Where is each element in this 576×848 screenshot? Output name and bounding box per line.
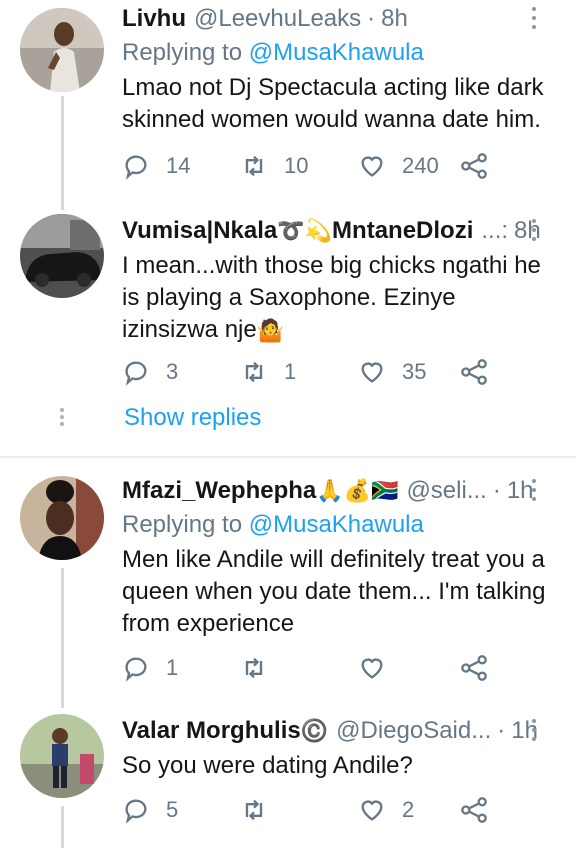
user-handle[interactable]: @LeevhuLeaks [194,2,361,36]
name-emoji: ©️ [300,718,329,743]
user-handle[interactable]: @seli... [406,474,486,508]
reply-icon [125,657,147,682]
avatar[interactable] [20,714,104,798]
retweet-button[interactable] [240,648,358,688]
reply-icon [125,799,147,824]
reply-count: 1 [166,655,179,680]
display-name-tail[interactable]: MntaneDlozi [332,214,473,248]
display-name[interactable]: Mfazi_Wephepha [122,474,316,508]
like-button[interactable] [358,648,476,688]
reply-button[interactable]: 5 [122,790,240,830]
like-count: 240 [402,153,439,178]
thread-dots [60,408,66,429]
replying-label: Replying to [122,511,249,538]
more-icon[interactable] [524,714,544,744]
more-icon[interactable] [524,214,544,244]
share-icon[interactable] [460,654,488,682]
user-handle[interactable]: @DiegoSaid... [336,714,491,748]
display-name[interactable]: Valar Morghulis [122,714,301,748]
tweet[interactable]: Valar Morghulis ©️ @DiegoSaid... · 1h So… [0,708,576,848]
replying-to: Replying to @MusaKhawula [122,508,556,542]
mention-link[interactable]: @MusaKhawula [249,39,424,66]
retweet-icon [245,657,263,679]
tweet-text: I mean...with those big chicks ngathi he… [122,250,556,347]
divider [0,456,576,458]
retweet-icon [245,155,263,177]
avatar[interactable] [20,8,104,92]
reply-icon [125,361,147,386]
reply-button[interactable]: 3 [122,352,240,392]
tweet-header: Livhu @LeevhuLeaks · 8h [122,2,556,36]
share-icon[interactable] [460,358,488,386]
like-icon [361,800,383,821]
like-icon [361,156,383,177]
tweet-actions: 5 2 [122,790,502,830]
retweet-icon [245,799,263,821]
replying-label: Replying to [122,39,249,66]
mention-link[interactable]: @MusaKhawula [249,511,424,538]
tweet-text-body: I mean...with those big chicks ngathi he… [122,252,541,343]
timestamp[interactable]: 8h [381,2,408,36]
tweet-actions: 1 [122,648,502,688]
thread-line [61,96,64,204]
replying-to: Replying to @MusaKhawula [122,36,556,70]
show-replies-link[interactable]: Show replies [124,404,261,432]
reply-icon [125,155,147,180]
reply-button[interactable]: 14 [122,146,240,186]
name-emoji: 🙏💰🇿🇦 [316,478,399,503]
thread-line [61,568,64,708]
like-button[interactable]: 35 [358,352,476,392]
display-name[interactable]: Livhu [122,2,186,36]
tweet-text: Men like Andile will definitely treat yo… [122,546,546,637]
tweet-text: So you were dating Andile? [122,752,413,779]
tweet-text: Lmao not Dj Spectacula acting like dark … [122,74,544,133]
tweet[interactable]: Livhu @LeevhuLeaks · 8h Replying to @Mus… [0,0,576,204]
tweet[interactable]: Vumisa|Nkala ➰💫 MntaneDlozi ...: 8h I me… [0,200,576,398]
text-emoji: 🤷 [256,317,285,343]
like-button[interactable]: 2 [358,790,476,830]
like-count: 35 [402,359,427,384]
tweet-header: Valar Morghulis ©️ @DiegoSaid... · 1h [122,714,556,748]
separator: · [497,717,506,744]
tweet-header: Mfazi_Wephepha 🙏💰🇿🇦 @seli... · 1h [122,474,556,508]
tweet-actions: 14 10 240 [122,146,502,186]
share-icon[interactable] [460,796,488,824]
thread-line [61,200,64,210]
name-emoji: ➰💫 [277,218,333,243]
thread-line [61,806,64,848]
separator: · [492,477,501,504]
retweet-button[interactable]: 10 [240,146,358,186]
like-icon [361,362,383,383]
avatar[interactable] [20,214,104,298]
retweet-button[interactable]: 1 [240,352,358,392]
like-button[interactable]: 240 [358,146,476,186]
tweet-actions: 3 1 35 [122,352,502,392]
user-handle[interactable]: ...: [481,214,508,248]
like-icon [361,658,383,679]
retweet-icon [245,361,263,383]
avatar[interactable] [20,476,104,560]
display-name[interactable]: Vumisa|Nkala [122,214,277,248]
separator: · [367,5,376,32]
reply-count: 14 [166,153,191,178]
retweet-count: 10 [284,153,309,178]
like-count: 2 [402,797,415,822]
retweet-button[interactable] [240,790,358,830]
more-icon[interactable] [524,2,544,32]
tweet[interactable]: Mfazi_Wephepha 🙏💰🇿🇦 @seli... · 1h Replyi… [0,468,576,708]
more-icon[interactable] [524,474,544,504]
reply-count: 3 [166,359,179,384]
reply-count: 5 [166,797,179,822]
share-icon[interactable] [460,152,488,180]
reply-button[interactable]: 1 [122,648,240,688]
tweet-header: Vumisa|Nkala ➰💫 MntaneDlozi ...: 8h [122,214,556,248]
retweet-count: 1 [284,359,297,384]
